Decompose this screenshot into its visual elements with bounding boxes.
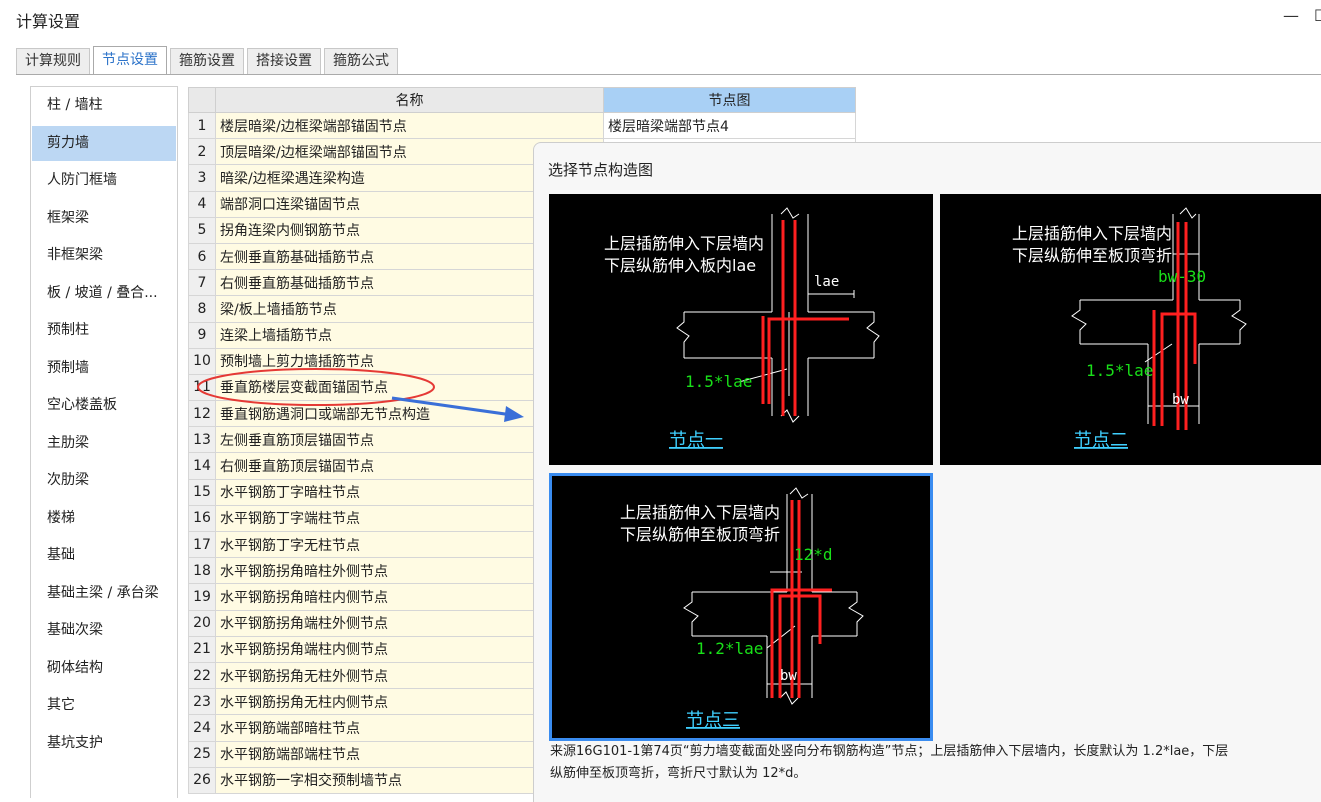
node1-label: 节点一 (669, 430, 723, 451)
minimize-button[interactable]: — (1283, 6, 1299, 25)
sidebar-item-1[interactable]: 柱 / 墙柱 (32, 88, 176, 123)
node1-desc-line2: 下层纵筋伸入板内lae (604, 256, 756, 275)
row-number: 24 (188, 714, 216, 742)
row-number: 1 (188, 111, 216, 140)
tab-1[interactable]: 计算规则 (16, 48, 90, 75)
sidebar-item-5[interactable]: 非框架梁 (32, 238, 176, 273)
row-number: 20 (188, 609, 216, 637)
sidebar-item-8[interactable]: 预制墙 (32, 351, 176, 386)
row-number: 12 (188, 400, 216, 428)
row-number: 26 (188, 766, 216, 794)
node1-dim-a: lae (814, 274, 839, 290)
sidebar-item-3[interactable]: 人防门框墙 (32, 163, 176, 198)
node2-dim-b: 1.5*lae (1086, 361, 1153, 380)
node-picker-dialog: 选择节点构造图 上层插筋伸入下层墙内 下层纵筋伸入板内lae lae 1.5*l… (533, 142, 1321, 802)
name-column-header[interactable]: 名称 (215, 87, 604, 113)
dialog-title: 选择节点构造图 (548, 161, 654, 179)
row-name: 楼层暗梁/边框梁端部锚固节点 (215, 111, 604, 140)
row-number: 10 (188, 347, 216, 375)
sidebar-item-2[interactable]: 剪力墙 (32, 125, 176, 161)
node2-label: 节点二 (1074, 430, 1128, 451)
row-number: 7 (188, 269, 216, 297)
sidebar-item-16[interactable]: 砌体结构 (32, 651, 176, 686)
tab-2[interactable]: 节点设置 (93, 46, 167, 75)
sidebar-item-9[interactable]: 空心楼盖板 (32, 388, 176, 423)
row-number: 23 (188, 688, 216, 716)
node-description: 来源16G101-1第74页“剪力墙变截面处竖向分布钢筋构造”节点；上层插筋伸入… (550, 744, 1229, 781)
tab-bar: 计算规则 节点设置 箍筋设置 搭接设置 箍筋公式 (16, 46, 401, 75)
sidebar-item-18[interactable]: 基坑支护 (32, 726, 176, 761)
node3-label: 节点三 (686, 710, 740, 731)
sidebar-item-6[interactable]: 板 / 坡道 / 叠合... (32, 276, 176, 311)
node3-desc-line1: 上层插筋伸入下层墙内 (620, 503, 780, 522)
row-number: 6 (188, 242, 216, 271)
node3-dim-a: 12*d (794, 545, 833, 564)
sidebar-item-4[interactable]: 框架梁 (32, 201, 176, 236)
row-number: 25 (188, 740, 216, 768)
row-number: 15 (188, 478, 216, 506)
restore-button[interactable]: ☐ (1314, 6, 1321, 25)
tab-5[interactable]: 箍筋公式 (324, 48, 398, 75)
tab-4[interactable]: 搭接设置 (247, 48, 321, 75)
row-number: 14 (188, 452, 216, 480)
node3-dim-c: bw (780, 668, 797, 684)
node1-dim-b: 1.5*lae (685, 372, 752, 391)
row-number: 17 (188, 530, 216, 559)
row-number: 19 (188, 583, 216, 611)
row-node[interactable]: 楼层暗梁端部节点4 (603, 111, 856, 140)
window-title: 计算设置 (16, 12, 81, 31)
node1-desc-line1: 上层插筋伸入下层墙内 (604, 234, 764, 253)
node2-desc-line2: 下层纵筋伸至板顶弯折 (1012, 246, 1172, 265)
row-number: 11 (188, 373, 216, 402)
node-option-2[interactable]: 上层插筋伸入下层墙内 下层纵筋伸至板顶弯折 bw-30 1.5*lae bw 节… (940, 194, 1321, 465)
node3-desc-line2: 下层纵筋伸至板顶弯折 (620, 525, 780, 544)
table-row[interactable]: 1 楼层暗梁/边框梁端部锚固节点 楼层暗梁端部节点4 (188, 111, 856, 140)
row-number: 3 (188, 164, 216, 192)
row-number: 4 (188, 190, 216, 218)
node-option-3[interactable]: 上层插筋伸入下层墙内 下层纵筋伸至板顶弯折 12*d 1.2*lae bw 节点… (549, 473, 933, 741)
sidebar-item-12[interactable]: 楼梯 (32, 501, 176, 536)
node-column-header[interactable]: 节点图 (603, 87, 856, 113)
row-number: 9 (188, 321, 216, 349)
sidebar-item-15[interactable]: 基础次梁 (32, 613, 176, 648)
node2-dim-c: bw (1172, 392, 1189, 408)
row-number: 18 (188, 557, 216, 585)
tab-divider (16, 74, 1321, 75)
tab-3[interactable]: 箍筋设置 (170, 48, 244, 75)
sidebar-item-7[interactable]: 预制柱 (32, 313, 176, 348)
row-number: 2 (188, 138, 216, 166)
node2-dim-a: bw-30 (1158, 267, 1206, 286)
row-number: 5 (188, 216, 216, 244)
node2-desc-line1: 上层插筋伸入下层墙内 (1012, 224, 1172, 243)
row-number: 16 (188, 504, 216, 533)
row-number: 21 (188, 635, 216, 663)
sidebar-item-11[interactable]: 次肋梁 (32, 463, 176, 498)
row-number: 13 (188, 426, 216, 454)
row-number: 22 (188, 661, 216, 690)
row-number: 8 (188, 295, 216, 323)
sidebar-item-14[interactable]: 基础主梁 / 承台梁 (32, 576, 176, 611)
sidebar-item-17[interactable]: 其它 (32, 688, 176, 723)
node3-dim-b: 1.2*lae (696, 639, 763, 658)
node-option-1[interactable]: 上层插筋伸入下层墙内 下层纵筋伸入板内lae lae 1.5*lae 节点一 (549, 194, 933, 465)
sidebar-item-13[interactable]: 基础 (32, 538, 176, 573)
category-sidebar: 柱 / 墙柱 剪力墙 人防门框墙 框架梁 非框架梁板 / 坡道 / 叠合... 预制柱 预制… (30, 86, 178, 798)
row-number-header (188, 87, 216, 113)
sidebar-item-10[interactable]: 主肋梁 (32, 426, 176, 461)
